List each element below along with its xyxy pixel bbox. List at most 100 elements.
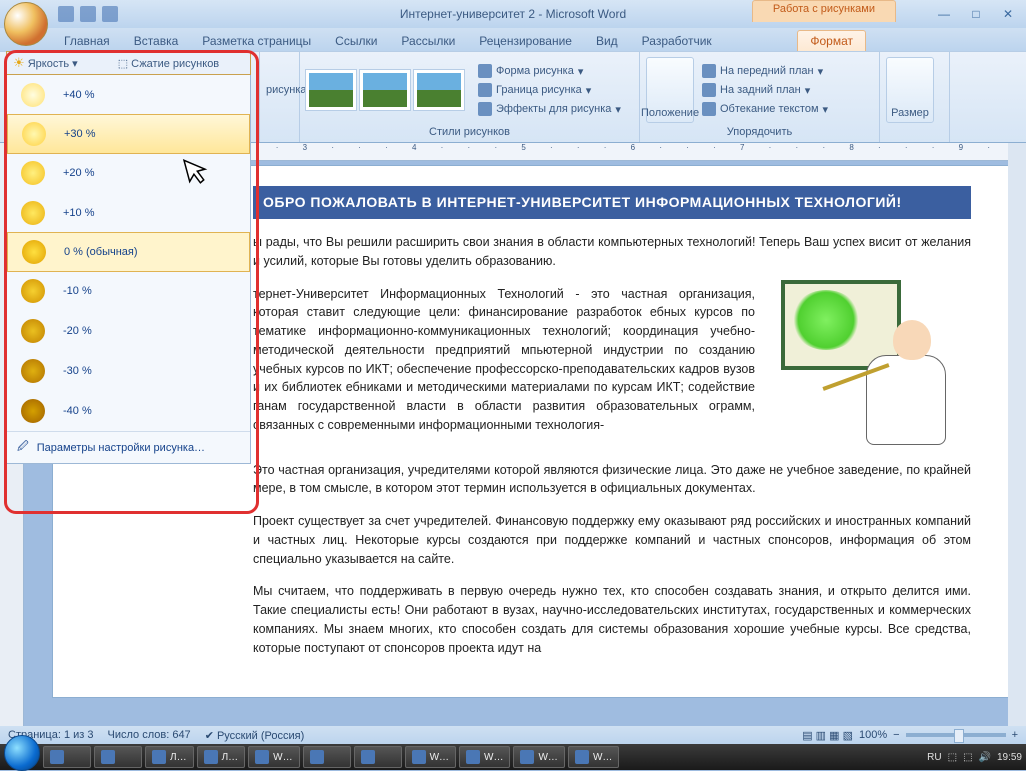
brightness-item[interactable]: +40 %: [7, 75, 250, 115]
sun-icon: [21, 83, 45, 107]
status-bar: Страница: 1 из 3 Число слов: 647 ✔ Русск…: [0, 726, 1026, 744]
doc-paragraph: Мы считаем, что поддерживать в первую оч…: [253, 582, 971, 657]
group-picture-styles: Стили рисунков: [306, 126, 633, 140]
taskbar-item[interactable]: W…: [568, 746, 619, 768]
compress-pictures[interactable]: ⬚ Сжатие рисунков: [118, 57, 219, 70]
undo-icon[interactable]: [80, 6, 96, 22]
brightness-item[interactable]: +10 %: [7, 193, 250, 233]
sun-icon: [21, 161, 45, 185]
group-arrange: Упорядочить: [646, 126, 873, 140]
doc-paragraph: Проект существует за счет учредителей. Ф…: [253, 512, 971, 568]
taskbar-item[interactable]: W…: [513, 746, 564, 768]
sun-icon: [21, 359, 45, 383]
picture-corrections-options[interactable]: 🖉Параметры настройки рисунка…: [7, 431, 250, 463]
sun-icon: [21, 399, 45, 423]
maximize-icon[interactable]: □: [964, 6, 988, 22]
brightness-item[interactable]: -40 %: [7, 391, 250, 431]
doc-paragraph: Это частная организация, учредителями ко…: [253, 461, 971, 499]
status-word-count[interactable]: Число слов: 647: [108, 729, 191, 741]
taskbar-item[interactable]: W…: [248, 746, 299, 768]
taskbar-item[interactable]: W…: [459, 746, 510, 768]
taskbar-item[interactable]: [354, 746, 402, 768]
minimize-icon[interactable]: —: [932, 6, 956, 22]
doc-heading: ОБРО ПОЖАЛОВАТЬ В ИНТЕРНЕТ-УНИВЕРСИТЕТ И…: [253, 186, 971, 219]
window-title: Интернет-университет 2 - Microsoft Word: [400, 7, 626, 21]
tab-review[interactable]: Рецензирование: [467, 31, 584, 51]
brightness-item[interactable]: -20 %: [7, 311, 250, 351]
redo-icon[interactable]: [102, 6, 118, 22]
tab-format[interactable]: Формат: [797, 30, 866, 51]
status-language[interactable]: ✔ Русский (Россия): [205, 729, 305, 742]
tab-insert[interactable]: Вставка: [122, 31, 191, 51]
taskbar-item[interactable]: [303, 746, 351, 768]
taskbar-item[interactable]: [43, 746, 91, 768]
quick-access-toolbar: [58, 6, 118, 22]
tray-volume-icon[interactable]: 🔊: [979, 752, 991, 763]
taskbar-item[interactable]: [94, 746, 142, 768]
position-button[interactable]: Положение: [646, 57, 694, 123]
tab-mailings[interactable]: Рассылки: [389, 31, 467, 51]
text-wrapping[interactable]: Обтекание текстом ▾: [698, 100, 832, 118]
picture-border[interactable]: Граница рисунка ▾: [474, 81, 625, 99]
tab-view[interactable]: Вид: [584, 31, 630, 51]
tray-language[interactable]: RU: [927, 752, 941, 763]
start-button[interactable]: [4, 735, 40, 771]
zoom-slider[interactable]: [906, 733, 1006, 737]
brightness-dropdown: ☀ Яркость ▾ ⬚ Сжатие рисунков +40 % +30 …: [6, 51, 251, 464]
zoom-in[interactable]: +: [1012, 729, 1018, 741]
picture-style-thumb[interactable]: [360, 70, 410, 110]
taskbar-item[interactable]: Л…: [145, 746, 194, 768]
back-icon: [702, 83, 716, 97]
sun-icon: [21, 201, 45, 225]
front-icon: [702, 64, 716, 78]
zoom-level[interactable]: 100%: [859, 729, 887, 741]
tab-references[interactable]: Ссылки: [323, 31, 389, 51]
taskbar-item[interactable]: W…: [405, 746, 456, 768]
title-bar: Интернет-университет 2 - Microsoft Word …: [0, 0, 1026, 28]
brightness-header: ☀ Яркость ▾ ⬚ Сжатие рисунков: [6, 51, 251, 75]
taskbar: Л… Л… W… W… W… W… W… RU ⬚ ⬚ 🔊 19:59: [0, 744, 1026, 770]
picture-tools-label: Работа с рисунками: [752, 0, 896, 22]
taskbar-item[interactable]: Л…: [197, 746, 246, 768]
tray-icon[interactable]: ⬚: [963, 752, 972, 763]
save-icon[interactable]: [58, 6, 74, 22]
picture-effects[interactable]: Эффекты для рисунка ▾: [474, 100, 625, 118]
brightness-item-default[interactable]: 0 % (обычная): [7, 232, 250, 272]
view-buttons[interactable]: ▤ ▥ ▦ ▧: [802, 729, 853, 742]
zoom-out[interactable]: −: [893, 729, 899, 741]
sun-icon: ☀: [13, 55, 25, 70]
border-icon: [478, 83, 492, 97]
brightness-item[interactable]: -10 %: [7, 271, 250, 311]
vertical-scrollbar[interactable]: [1008, 143, 1026, 726]
window-controls: — □ ✕: [932, 6, 1020, 22]
picture-style-thumb[interactable]: [306, 70, 356, 110]
tray-icon[interactable]: ⬚: [948, 752, 957, 763]
wrap-icon: [702, 102, 716, 116]
doc-paragraph: ы рады, что Вы решили расширить свои зна…: [253, 233, 971, 271]
send-to-back[interactable]: На задний план ▾: [698, 81, 832, 99]
picture-style-thumb[interactable]: [414, 70, 464, 110]
tab-developer[interactable]: Разработчик: [630, 31, 724, 51]
close-icon[interactable]: ✕: [996, 6, 1020, 22]
picture-shape[interactable]: Форма рисунка ▾: [474, 62, 625, 80]
effects-icon: [478, 102, 492, 116]
tray-clock[interactable]: 19:59: [997, 752, 1022, 763]
bring-to-front[interactable]: На передний план ▾: [698, 62, 832, 80]
tab-page-layout[interactable]: Разметка страницы: [190, 31, 323, 51]
system-tray: RU ⬚ ⬚ 🔊 19:59: [927, 752, 1022, 763]
tab-home[interactable]: Главная: [52, 31, 122, 51]
shape-icon: [478, 64, 492, 78]
brightness-item[interactable]: +20 %: [7, 153, 250, 193]
zoom-controls: ▤ ▥ ▦ ▧ 100% − +: [802, 729, 1018, 742]
brightness-item[interactable]: +30 %: [7, 114, 250, 154]
selected-picture[interactable]: [771, 275, 971, 455]
office-button[interactable]: [4, 2, 48, 46]
sun-icon: [22, 240, 46, 264]
options-icon: 🖉: [17, 438, 29, 457]
sun-icon: [21, 279, 45, 303]
brightness-button[interactable]: ☀ Яркость ▾: [13, 55, 78, 71]
brightness-item[interactable]: -30 %: [7, 351, 250, 391]
sun-icon: [21, 319, 45, 343]
ribbon-tabs: Главная Вставка Разметка страницы Ссылки…: [0, 28, 1026, 51]
size-button[interactable]: Размер: [886, 57, 934, 123]
